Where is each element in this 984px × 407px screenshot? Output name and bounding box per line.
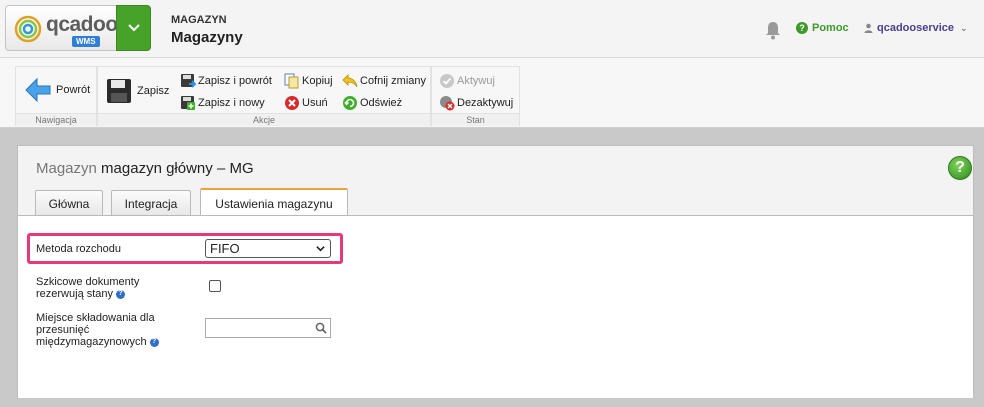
ribbon-group-label: Stan <box>432 113 519 126</box>
deactivate-button[interactable]: Dezaktywuj <box>439 95 513 111</box>
tab-ustawienia-magazynu[interactable]: Ustawienia magazynu <box>200 188 348 218</box>
search-button[interactable] <box>312 319 330 337</box>
back-button[interactable]: Powrót <box>25 78 90 102</box>
logo[interactable]: qcadoo WMS <box>5 5 118 51</box>
copy-label: Kopiuj <box>302 75 333 87</box>
delete-label: Usuń <box>302 97 328 109</box>
tab-content: Metoda rozchodu FIFO Szkicowe dokumenty … <box>18 215 973 398</box>
draft-reserve-checkbox[interactable] <box>209 280 221 292</box>
release-method-select[interactable]: FIFO <box>205 239 331 258</box>
ribbon-group-actions: Zapisz Zapisz i powrót Zapisz i nowy Kop… <box>97 66 431 126</box>
user-menu[interactable]: qcadooservice ⌄ <box>864 22 968 34</box>
ribbon-group-state: Aktywuj Dezaktywuj Stan <box>431 66 520 126</box>
main-menu-button[interactable] <box>116 5 151 51</box>
refresh-icon <box>343 96 357 110</box>
storage-location-lookup <box>205 318 331 338</box>
save-and-back-button[interactable]: Zapisz i powrót <box>180 73 272 89</box>
undo-changes-button[interactable]: Cofnij zmiany <box>342 73 426 89</box>
deactivate-label: Dezaktywuj <box>457 97 514 109</box>
tab-glowna[interactable]: Główna <box>35 190 103 217</box>
ribbon-group-label: Akcje <box>98 113 430 126</box>
ribbon-group-label: Nawigacja <box>16 113 96 126</box>
user-label: qcadooservice <box>877 22 955 34</box>
form-panel: Magazyn magazyn główny – MG ? Główna Int… <box>17 145 974 398</box>
copy-icon <box>284 73 299 89</box>
draft-reserve-label-line1: Szkicowe dokumenty <box>36 276 140 288</box>
chevron-down-icon: ⌄ <box>960 22 968 33</box>
question-icon: ? <box>955 159 965 176</box>
arrow-left-icon <box>25 78 51 102</box>
page-title: Magazyny <box>171 29 243 46</box>
save-back-icon <box>181 74 196 88</box>
logo-text: qcadoo <box>46 13 118 36</box>
draft-reserve-label-line2: rezerwują stany <box>36 288 114 300</box>
info-icon[interactable]: ? <box>116 289 126 299</box>
release-method-value: FIFO <box>210 241 240 256</box>
undo-changes-label: Cofnij zmiany <box>360 75 427 87</box>
save-new-icon <box>181 96 195 110</box>
storage-location-label-line3: międzymagazynowych <box>36 336 147 348</box>
ribbon: Powrót Nawigacja Zapisz Zapisz i powrót … <box>0 58 984 128</box>
back-label: Powrót <box>56 84 91 96</box>
chevron-down-icon <box>127 24 140 32</box>
panel-title-prefix: Magazyn <box>36 160 97 177</box>
tab-integracja[interactable]: Integracja <box>111 190 191 217</box>
draft-reserve-label: Szkicowe dokumenty rezerwują stany? <box>36 276 139 300</box>
delete-button[interactable]: Usuń <box>284 95 328 111</box>
help-link[interactable]: ? Pomoc <box>796 22 849 34</box>
refresh-button[interactable]: Odśwież <box>342 95 402 111</box>
deactivate-icon <box>440 96 455 111</box>
storage-location-label-line2: przesunięć <box>36 324 90 336</box>
top-bar: qcadoo WMS MAGAZYN Magazyny ? Pomoc qcad… <box>0 0 984 58</box>
storage-location-input[interactable] <box>206 319 312 337</box>
activate-icon <box>440 74 454 88</box>
ribbon-group-navigation: Powrót Nawigacja <box>15 66 97 126</box>
refresh-label: Odśwież <box>360 97 403 109</box>
delete-icon <box>285 96 299 110</box>
chevron-down-icon <box>316 246 325 252</box>
info-icon[interactable]: ? <box>149 337 159 347</box>
copy-button[interactable]: Kopiuj <box>284 73 333 89</box>
floppy-disk-icon <box>107 79 131 103</box>
save-and-new-button[interactable]: Zapisz i nowy <box>180 95 265 111</box>
save-button[interactable]: Zapisz <box>106 78 169 104</box>
search-icon <box>315 322 327 334</box>
save-label: Zapisz <box>137 85 170 97</box>
bell-icon[interactable] <box>764 20 782 40</box>
save-and-back-label: Zapisz i powrót <box>198 75 272 87</box>
panel-title-value: magazyn główny – MG <box>101 160 254 177</box>
help-icon: ? <box>796 22 808 34</box>
logo-badge: WMS <box>72 36 100 47</box>
undo-icon <box>342 74 358 88</box>
activate-label: Aktywuj <box>457 75 495 87</box>
user-icon <box>864 23 873 33</box>
storage-location-label: Miejsce składowania dla przesunięć międz… <box>36 312 159 348</box>
activate-button[interactable]: Aktywuj <box>439 73 495 89</box>
logo-mark-icon <box>14 15 42 43</box>
release-method-label: Metoda rozchodu <box>36 243 121 255</box>
help-label: Pomoc <box>812 22 849 34</box>
storage-location-label-line1: Miejsce składowania dla <box>36 312 155 324</box>
help-button[interactable]: ? <box>948 156 972 180</box>
save-and-new-label: Zapisz i nowy <box>198 97 265 109</box>
panel-title: Magazyn magazyn główny – MG <box>36 160 254 177</box>
breadcrumb-parent: MAGAZYN <box>171 14 227 26</box>
